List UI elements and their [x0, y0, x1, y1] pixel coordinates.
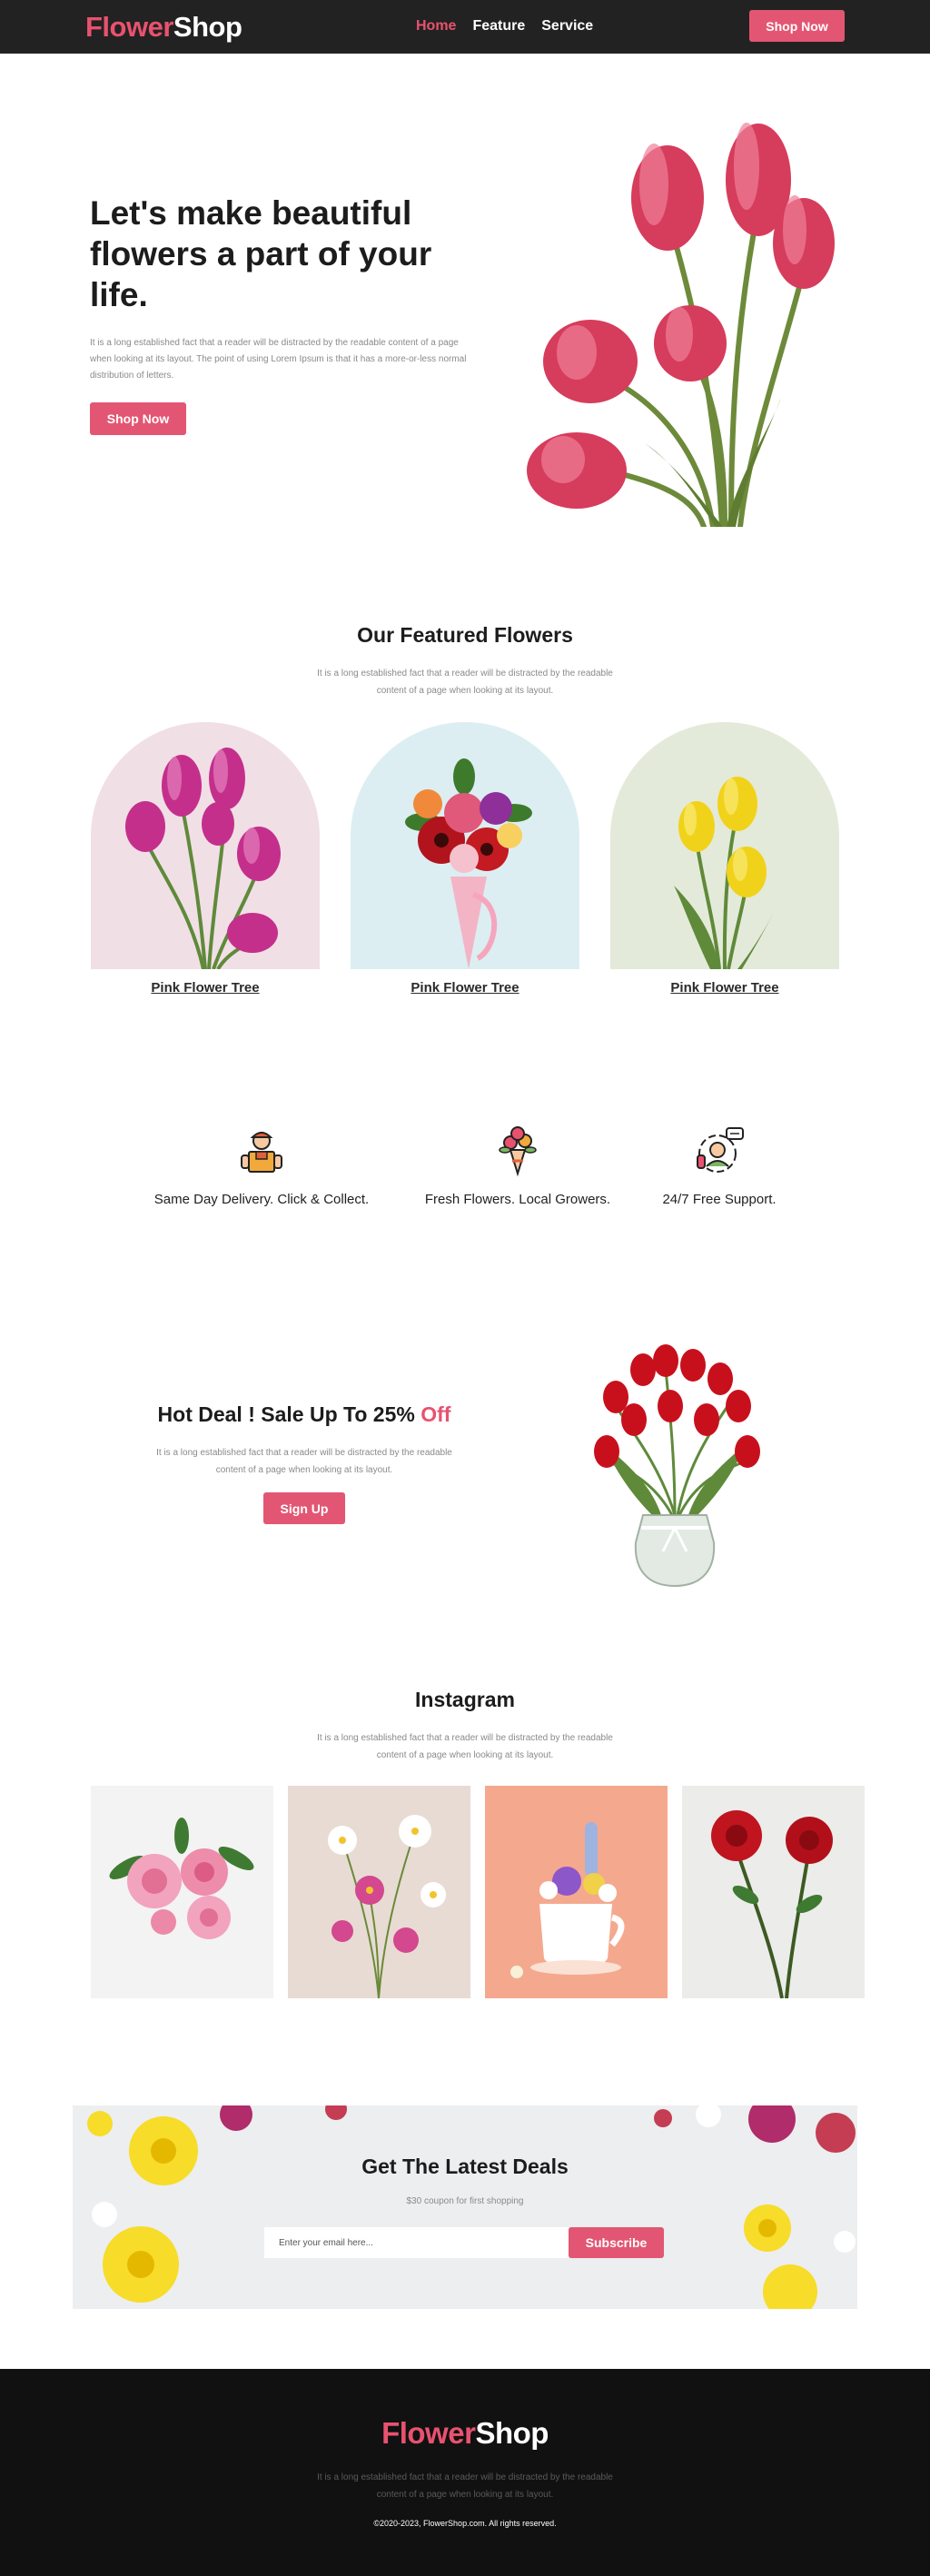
- feature-label: 24/7 Free Support.: [662, 1192, 777, 1207]
- nav-links: Home Feature Service: [416, 18, 593, 35]
- footer: FlowerShop It is a long established fact…: [0, 2369, 930, 2576]
- featured-card[interactable]: Pink Flower Tree: [91, 722, 320, 996]
- feature-item: 24/7 Free Support.: [610, 1125, 828, 1207]
- newsletter-title: Get The Latest Deals: [361, 2155, 569, 2178]
- tulip-vase-image: [594, 1344, 760, 1588]
- instagram-photo-red-roses[interactable]: [682, 1786, 865, 1998]
- footer-logo[interactable]: FlowerShop: [0, 2416, 930, 2451]
- newsletter-section: Get The Latest Deals $30 coupon for firs…: [73, 2105, 857, 2309]
- card-title[interactable]: Pink Flower Tree: [91, 980, 320, 996]
- card-title[interactable]: Pink Flower Tree: [610, 980, 839, 996]
- instagram-title: Instagram: [415, 1688, 515, 1711]
- featured-card[interactable]: Pink Flower Tree: [351, 722, 579, 996]
- card-title[interactable]: Pink Flower Tree: [351, 980, 579, 996]
- deal-title-main: Hot Deal ! Sale Up To 25%: [157, 1402, 421, 1426]
- delivery-man-icon: [241, 1132, 282, 1173]
- subscribe-button[interactable]: Subscribe: [569, 2227, 664, 2258]
- logo-flower: Flower: [381, 2416, 476, 2450]
- deal-title-accent: Off: [420, 1402, 451, 1426]
- feature-item: Fresh Flowers. Local Growers.: [409, 1125, 627, 1207]
- copyright-text: ©2020-2023, FlowerShop.com. All rights r…: [373, 2519, 557, 2528]
- feature-label: Fresh Flowers. Local Growers.: [424, 1192, 611, 1207]
- card-image-pink-tulips: [91, 722, 320, 969]
- tulip-bouquet-image: [527, 123, 835, 527]
- instagram-description: It is a long established fact that a rea…: [317, 1733, 613, 1760]
- sign-up-button[interactable]: Sign Up: [263, 1492, 345, 1524]
- support-agent-icon: [697, 1127, 744, 1173]
- card-image-yellow-tulips: [610, 722, 839, 969]
- instagram-photo-cup-flowers[interactable]: [485, 1786, 668, 1998]
- featured-title: Our Featured Flowers: [357, 623, 573, 647]
- top-navbar: FlowerShop Home Feature Service Shop Now: [0, 0, 930, 54]
- nav-link-home[interactable]: Home: [416, 18, 456, 35]
- featured-description: It is a long established fact that a rea…: [317, 669, 613, 696]
- brand-logo[interactable]: FlowerShop: [85, 11, 242, 44]
- instagram-photo-roses[interactable]: [91, 1786, 273, 1998]
- feature-label: Same Day Delivery. Click & Collect.: [153, 1192, 370, 1207]
- hero-shop-now-button[interactable]: Shop Now: [90, 402, 186, 435]
- email-input[interactable]: [264, 2227, 569, 2258]
- feature-item: Same Day Delivery. Click & Collect.: [153, 1125, 371, 1207]
- nav-link-service[interactable]: Service: [541, 18, 593, 35]
- newsletter-background-flowers: [87, 2105, 856, 2309]
- bouquet-icon: [499, 1126, 537, 1177]
- footer-description: It is a long established fact that a rea…: [317, 2472, 613, 2500]
- deal-description: It is a long established fact that a rea…: [156, 1448, 452, 1475]
- logo-flower: Flower: [85, 11, 173, 43]
- logo-shop: Shop: [173, 11, 242, 43]
- card-image-mixed-bouquet: [351, 722, 579, 969]
- featured-card[interactable]: Pink Flower Tree: [610, 722, 839, 996]
- newsletter-subtitle: $30 coupon for first shopping: [406, 2196, 524, 2206]
- nav-shop-now-button[interactable]: Shop Now: [749, 10, 845, 42]
- hero-title: Let's make beautiful flowers a part of y…: [90, 194, 432, 313]
- logo-shop: Shop: [475, 2416, 549, 2450]
- nav-link-feature[interactable]: Feature: [472, 18, 525, 35]
- instagram-photo-cosmos[interactable]: [288, 1786, 470, 1998]
- deal-title: Hot Deal ! Sale Up To 25% Off: [127, 1402, 481, 1427]
- hero-description: It is a long established fact that a rea…: [90, 338, 467, 381]
